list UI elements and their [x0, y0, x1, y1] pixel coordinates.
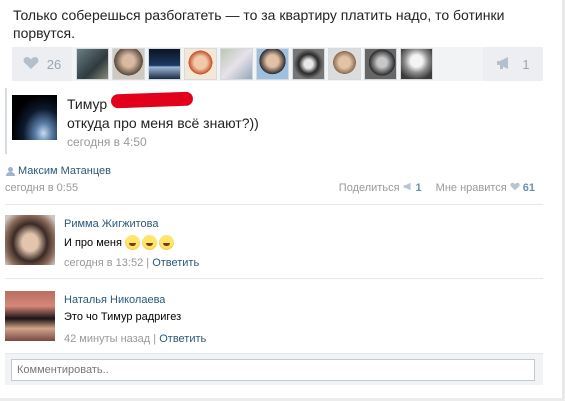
heart-icon [23, 56, 39, 73]
comment-form [5, 353, 543, 385]
post-text: Только соберешься разбогатеть — то за кв… [13, 7, 505, 41]
commenter-name[interactable]: Римма Жигжитова [64, 218, 158, 230]
reply-link[interactable]: Ответить [159, 333, 206, 345]
comment-input[interactable] [11, 359, 535, 381]
shares-count: 1 [522, 56, 530, 72]
share-post-button[interactable]: 1 [483, 47, 543, 81]
like-post-button[interactable]: 26 [12, 47, 72, 81]
comment: Наталья Николаева Это чо Тимур радригез … [5, 291, 543, 346]
meta-separator: | [153, 333, 157, 345]
liker-avatar[interactable] [220, 48, 253, 80]
liker-avatar[interactable] [292, 48, 325, 80]
comment: Римма Жигжитова И про меня сегодня в 13:… [5, 215, 543, 270]
liker-avatar[interactable] [256, 48, 289, 80]
likes-bar: 26 1 [12, 47, 543, 81]
liker-avatar[interactable] [400, 48, 433, 80]
redaction-mark [110, 91, 194, 109]
liker-avatar[interactable] [112, 48, 145, 80]
megaphone-icon [403, 182, 413, 194]
quoted-author-name[interactable]: Тимур [67, 96, 107, 112]
liker-avatar[interactable] [184, 48, 217, 80]
liker-avatar[interactable] [148, 48, 181, 80]
quoted-time[interactable]: сегодня в 4:50 [67, 135, 147, 149]
post-author: Максим Матанцев [6, 165, 111, 177]
commenter-name[interactable]: Наталья Николаева [64, 294, 165, 306]
comment-time[interactable]: сегодня в 13:52 [64, 257, 143, 269]
reply-link[interactable]: Ответить [152, 257, 199, 269]
author-name[interactable]: Максим Матанцев [18, 165, 111, 177]
divider [5, 204, 543, 205]
quoted-post: Тимур откуда про меня всё знают?)) сегод… [5, 88, 543, 154]
commenter-avatar[interactable] [5, 291, 55, 341]
post-time[interactable]: сегодня в 0:55 [5, 182, 78, 194]
liker-avatar[interactable] [364, 48, 397, 80]
divider [5, 278, 543, 279]
laughing-emoji-icon [141, 235, 157, 250]
commenter-avatar[interactable] [5, 215, 55, 265]
likes-count: 26 [46, 56, 62, 72]
like-count: 61 [522, 182, 535, 194]
share-count: 1 [415, 182, 422, 194]
comment-meta: 42 минуты назад | Ответить [64, 333, 206, 345]
comment-meta: сегодня в 13:52 | Ответить [64, 257, 199, 269]
person-icon [6, 166, 15, 176]
comment-text: И про меня [64, 235, 174, 250]
like-label[interactable]: Мне нравится [436, 182, 507, 194]
comment-time[interactable]: 42 минуты назад [64, 333, 150, 345]
post-actions: Поделиться 1 Мне нравится 61 [339, 182, 535, 194]
liker-avatar[interactable] [76, 48, 109, 80]
laughing-emoji-icon [158, 235, 174, 250]
comment-text: Это чо Тимур радригез [64, 311, 182, 323]
quoted-text: откуда про меня всё знают?)) [67, 115, 259, 131]
share-label[interactable]: Поделиться [339, 182, 400, 194]
megaphone-icon [496, 56, 512, 73]
liker-avatar[interactable] [328, 48, 361, 80]
heart-icon [510, 182, 520, 194]
liked-users-avatars [76, 48, 433, 80]
quoted-author-avatar[interactable] [12, 95, 57, 140]
meta-separator: | [146, 257, 150, 269]
quote-bar [5, 88, 7, 154]
laughing-emoji-icon [124, 235, 140, 250]
comment-text-content: И про меня [64, 236, 122, 249]
